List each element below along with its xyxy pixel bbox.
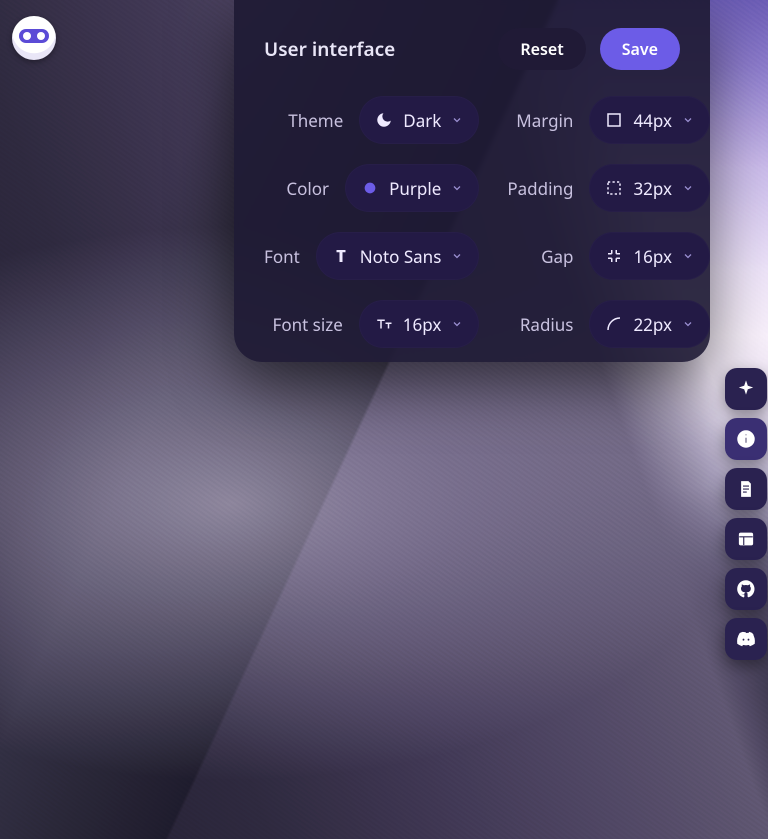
setting-margin: Margin 44px xyxy=(507,96,710,144)
theme-value: Dark xyxy=(403,109,441,132)
color-select[interactable]: Purple xyxy=(345,164,479,212)
setting-label-padding: Padding xyxy=(507,177,573,200)
font-size-icon xyxy=(375,315,393,333)
setting-theme: Theme Dark xyxy=(264,96,479,144)
side-github-button[interactable] xyxy=(725,568,767,610)
panel-header: User interface Reset Save xyxy=(264,28,680,70)
setting-label-color: Color xyxy=(286,177,329,200)
avatar[interactable] xyxy=(12,16,56,60)
setting-padding: Padding 32px xyxy=(507,164,710,212)
padding-value: 32px xyxy=(633,177,672,200)
font-size-value: 16px xyxy=(403,313,442,336)
theme-select[interactable]: Dark xyxy=(359,96,479,144)
window-edge xyxy=(762,0,768,839)
chevron-down-icon xyxy=(682,318,694,330)
panel-title: User interface xyxy=(264,36,395,62)
side-document-button[interactable] xyxy=(725,468,767,510)
dot-purple-icon xyxy=(361,179,379,197)
side-discord-button[interactable] xyxy=(725,618,767,660)
setting-label-radius: Radius xyxy=(520,313,574,336)
side-info-button[interactable] xyxy=(725,418,767,460)
settings-panel: User interface Reset Save Theme Dark Mar… xyxy=(234,0,710,362)
chevron-down-icon xyxy=(682,250,694,262)
settings-grid: Theme Dark Margin 44px xyxy=(264,96,680,348)
radius-icon xyxy=(605,315,623,333)
avatar-mask-icon xyxy=(19,29,49,43)
chevron-down-icon xyxy=(682,114,694,126)
setting-font: Font Noto Sans xyxy=(264,232,479,280)
radius-value: 22px xyxy=(633,313,672,336)
setting-label-margin: Margin xyxy=(516,109,573,132)
chevron-down-icon xyxy=(451,182,463,194)
side-layout-button[interactable] xyxy=(725,518,767,560)
font-size-select[interactable]: 16px xyxy=(359,300,480,348)
margin-select[interactable]: 44px xyxy=(589,96,710,144)
font-select[interactable]: Noto Sans xyxy=(316,232,480,280)
chevron-down-icon xyxy=(451,250,463,262)
radius-select[interactable]: 22px xyxy=(589,300,710,348)
setting-gap: Gap 16px xyxy=(507,232,710,280)
chevron-down-icon xyxy=(682,182,694,194)
margin-icon xyxy=(605,111,623,129)
reset-button[interactable]: Reset xyxy=(498,28,585,70)
setting-label-gap: Gap xyxy=(541,245,573,268)
save-button[interactable]: Save xyxy=(600,28,680,70)
moon-icon xyxy=(375,111,393,129)
color-value: Purple xyxy=(389,177,441,200)
margin-value: 44px xyxy=(633,109,672,132)
gap-icon xyxy=(605,247,623,265)
font-value: Noto Sans xyxy=(360,245,442,268)
setting-color: Color Purple xyxy=(264,164,479,212)
setting-label-font: Font xyxy=(264,245,300,268)
setting-label-theme: Theme xyxy=(288,109,343,132)
chevron-down-icon xyxy=(451,318,463,330)
chevron-down-icon xyxy=(451,114,463,126)
gap-value: 16px xyxy=(633,245,672,268)
setting-label-font-size: Font size xyxy=(273,313,343,336)
font-icon xyxy=(332,247,350,265)
padding-select[interactable]: 32px xyxy=(589,164,710,212)
side-sparkle-button[interactable] xyxy=(725,368,767,410)
setting-font-size: Font size 16px xyxy=(264,300,479,348)
gap-select[interactable]: 16px xyxy=(589,232,710,280)
setting-radius: Radius 22px xyxy=(507,300,710,348)
panel-actions: Reset Save xyxy=(498,28,680,70)
padding-icon xyxy=(605,179,623,197)
